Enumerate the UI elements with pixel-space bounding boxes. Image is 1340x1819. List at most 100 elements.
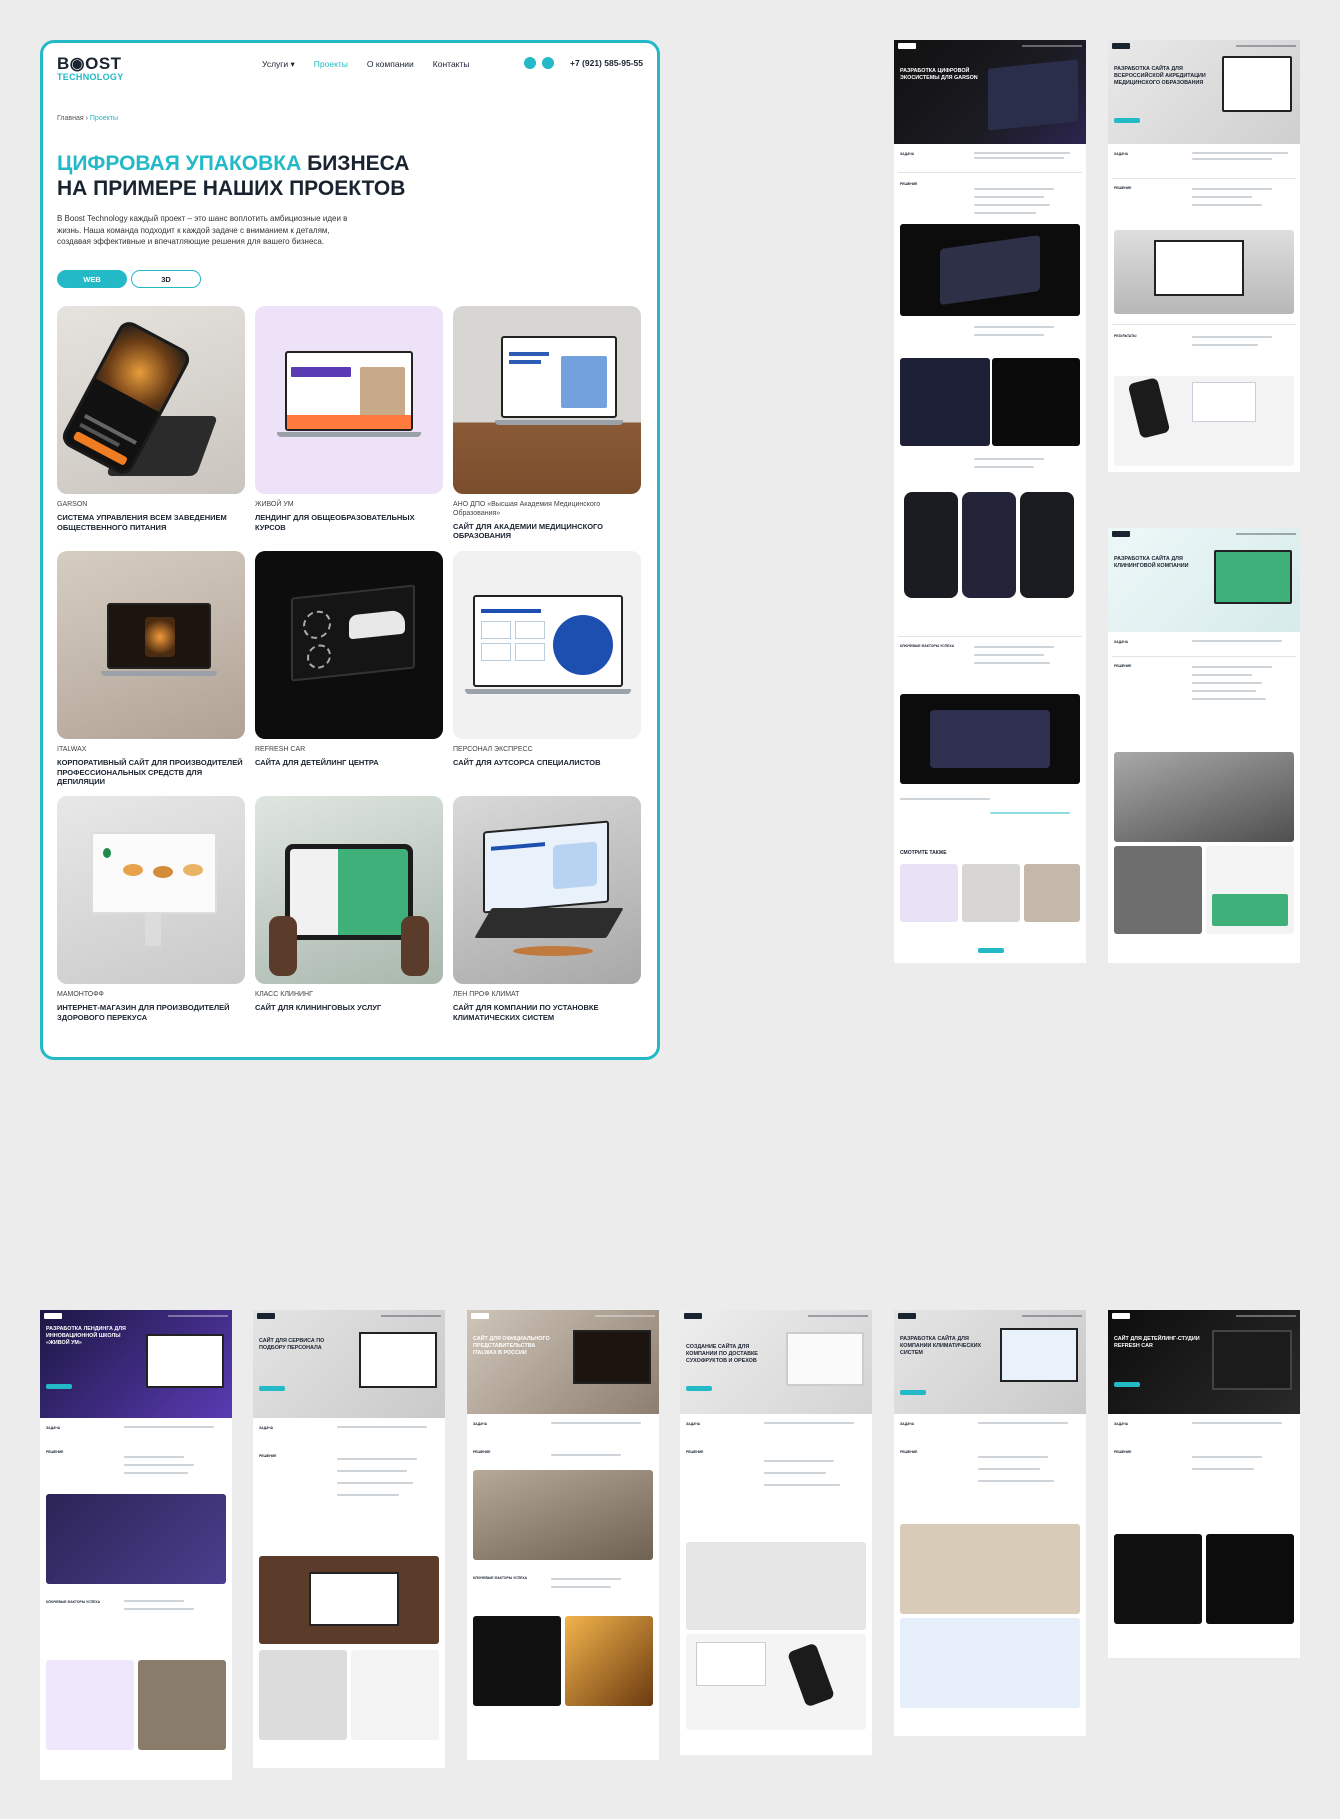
project-card[interactable]: ITALWAX КОРПОРАТИВНЫЙ САЙТ ДЛЯ ПРОИЗВОДИ… <box>57 551 245 796</box>
logo[interactable]: B◉OST TECHNOLOGY <box>57 55 124 82</box>
tab-web[interactable]: WEB <box>57 270 127 288</box>
project-category: ЛЕН ПРОФ КЛИМАТ <box>453 991 520 998</box>
project-name: САЙТА ДЛЯ ДЕТЕЙЛИНГ ЦЕНТРА <box>255 757 379 767</box>
section-task: ЗАДАЧА <box>1114 152 1129 156</box>
case-page-academy[interactable]: РАЗРАБОТКА САЙТА ДЛЯ ВСЕРОССИЙСКОЙ АКРЕД… <box>1108 40 1300 472</box>
project-name: ИНТЕРНЕТ-МАГАЗИН ДЛЯ ПРОИЗВОДИТЕЛЕЙ ЗДОР… <box>57 1002 230 1022</box>
project-thumbnail[interactable] <box>255 306 443 494</box>
section-solution: РЕШЕНИЕ <box>1114 664 1132 668</box>
projects-grid: GARSON СИСТЕМА УПРАВЛЕНИЯ ВСЕМ ЗАВЕДЕНИЕ… <box>57 306 645 1041</box>
case-title: РАЗРАБОТКА САЙТА ДЛЯ КОМПАНИИ КЛИМАТИЧЕС… <box>900 1336 982 1356</box>
section-task: ЗАДАЧА <box>900 1422 915 1426</box>
section-results: РЕЗУЛЬТАТЫ <box>1114 334 1137 338</box>
section-task: ЗАДАЧА <box>259 1426 274 1430</box>
header-contacts: +7 (921) 585-95-55 <box>523 57 643 69</box>
project-card[interactable]: REFRESH CAR САЙТА ДЛЯ ДЕТЕЙЛИНГ ЦЕНТРА <box>255 551 443 796</box>
category-tabs: WEB 3D <box>57 270 201 288</box>
section-solution: РЕШЕНИЕ <box>473 1450 491 1454</box>
page-description: В Boost Technology каждый проект – это ш… <box>57 214 348 247</box>
section-task: ЗАДАЧА <box>686 1422 701 1426</box>
case-page-italwax[interactable]: САЙТ ДЛЯ ОФИЦИАЛЬНОГО ПРЕДСТАВИТЕЛЬСТВА … <box>467 1310 659 1760</box>
case-page-climate[interactable]: РАЗРАБОТКА САЙТА ДЛЯ КОМПАНИИ КЛИМАТИЧЕС… <box>894 1310 1086 1736</box>
logo-wordmark: B◉OST <box>57 54 122 73</box>
project-card[interactable]: ЖИВОЙ УМ ЛЕНДИНГ ДЛЯ ОБЩЕОБРАЗОВАТЕЛЬНЫХ… <box>255 306 443 551</box>
site-header: B◉OST TECHNOLOGY Услуги ▾ Проекты О комп… <box>57 55 643 95</box>
case-title: РАЗРАБОТКА САЙТА ДЛЯ КЛИНИНГОВОЙ КОМПАНИ… <box>1114 556 1189 569</box>
section-task: ЗАДАЧА <box>1114 640 1129 644</box>
section-task: ЗАДАЧА <box>1114 1422 1129 1426</box>
logo-subtitle: TECHNOLOGY <box>57 72 124 82</box>
nav-projects[interactable]: Проекты <box>314 59 348 70</box>
project-name: САЙТ ДЛЯ АКАДЕМИИ МЕДИЦИНСКОГО ОБРАЗОВАН… <box>453 521 604 541</box>
project-category: МАМОНТОФФ <box>57 991 104 998</box>
case-page-cleaning[interactable]: РАЗРАБОТКА САЙТА ДЛЯ КЛИНИНГОВОЙ КОМПАНИ… <box>1108 528 1300 963</box>
section-solution: РЕШЕНИЕ <box>1114 186 1132 190</box>
section-solution: РЕШЕНИЕ <box>900 182 918 186</box>
projects-page: B◉OST TECHNOLOGY Услуги ▾ Проекты О комп… <box>40 40 660 1060</box>
project-thumbnail[interactable] <box>453 796 641 984</box>
case-title: РАЗРАБОТКА ЛЕНДИНГА ДЛЯ ИННОВАЦИОННОЙ ШК… <box>46 1326 126 1346</box>
section-solution: РЕШЕНИЕ <box>900 1450 918 1454</box>
section-solution: РЕШЕНИЕ <box>46 1450 64 1454</box>
case-title: СОЗДАНИЕ САЙТА ДЛЯ КОМПАНИИ ПО ДОСТАВКЕ … <box>686 1344 758 1364</box>
project-card[interactable]: МАМОНТОФФ ИНТЕРНЕТ-МАГАЗИН ДЛЯ ПРОИЗВОДИ… <box>57 796 245 1041</box>
project-category: ПЕРСОНАЛ ЭКСПРЕСС <box>453 746 533 753</box>
telegram-icon[interactable] <box>541 57 554 69</box>
project-thumbnail[interactable] <box>255 551 443 739</box>
project-thumbnail[interactable] <box>57 796 245 984</box>
title-part-2: НА ПРИМЕРЕ НАШИХ ПРОЕКТОВ <box>57 177 406 201</box>
case-page-mamontoff[interactable]: СОЗДАНИЕ САЙТА ДЛЯ КОМПАНИИ ПО ДОСТАВКЕ … <box>680 1310 872 1755</box>
case-page-garson[interactable]: РАЗРАБОТКА ЦИФРОВОЙ ЭКОСИСТЕМЫ ДЛЯ GARSO… <box>894 40 1086 963</box>
see-also-heading: СМОТРИТЕ ТАКЖЕ <box>900 850 947 856</box>
project-name: САЙТ ДЛЯ АУТСОРСА СПЕЦИАЛИСТОВ <box>453 757 601 767</box>
project-card[interactable]: GARSON СИСТЕМА УПРАВЛЕНИЯ ВСЕМ ЗАВЕДЕНИЕ… <box>57 306 245 551</box>
case-title: САЙТ ДЛЯ ОФИЦИАЛЬНОГО ПРЕДСТАВИТЕЛЬСТВА … <box>473 1336 550 1356</box>
case-title: САЙТ ДЛЯ СЕРВИСА ПО ПОДБОРУ ПЕРСОНАЛА <box>259 1338 325 1351</box>
case-title: РАЗРАБОТКА САЙТА ДЛЯ ВСЕРОССИЙСКОЙ АКРЕД… <box>1114 66 1206 86</box>
project-card[interactable]: ПЕРСОНАЛ ЭКСПРЕСС САЙТ ДЛЯ АУТСОРСА СПЕЦ… <box>453 551 641 796</box>
phone-link[interactable]: +7 (921) 585-95-55 <box>570 58 643 68</box>
case-title: РАЗРАБОТКА ЦИФРОВОЙ ЭКОСИСТЕМЫ ДЛЯ GARSO… <box>900 68 978 81</box>
project-category: ITALWAX <box>57 746 87 753</box>
project-name: КОРПОРАТИВНЫЙ САЙТ ДЛЯ ПРОИЗВОДИТЕЛЕЙ ПР… <box>57 757 243 787</box>
section-key-factors: КЛЮЧЕВЫЕ ФАКТОРЫ УСПЕХА <box>900 644 955 648</box>
project-category: ЖИВОЙ УМ <box>255 501 294 508</box>
title-accent: ЦИФРОВАЯ УПАКОВКА <box>57 152 302 175</box>
section-solution: РЕШЕНИЕ <box>686 1450 704 1454</box>
section-solution: РЕШЕНИЕ <box>1114 1450 1132 1454</box>
project-thumbnail[interactable] <box>255 796 443 984</box>
project-thumbnail[interactable] <box>453 551 641 739</box>
project-card[interactable]: АНО ДПО «Высшая Академия Медицинского Об… <box>453 306 641 551</box>
main-nav: Услуги ▾ Проекты О компании Контакты <box>262 59 470 70</box>
whatsapp-icon[interactable] <box>523 57 536 69</box>
section-key-factors: КЛЮЧЕВЫЕ ФАКТОРЫ УСПЕХА <box>473 1576 528 1580</box>
page-title: ЦИФРОВАЯ УПАКОВКА БИЗНЕСА НА ПРИМЕРЕ НАШ… <box>57 151 577 201</box>
nav-services[interactable]: Услуги ▾ <box>262 59 295 70</box>
project-thumbnail[interactable] <box>57 306 245 494</box>
section-task: ЗАДАЧА <box>473 1422 488 1426</box>
title-part-1: БИЗНЕСА <box>301 152 410 175</box>
section-task: ЗАДАЧА <box>46 1426 61 1430</box>
project-name: САЙТ ДЛЯ КЛИНИНГОВЫХ УСЛУГ <box>255 1002 382 1012</box>
breadcrumb-home[interactable]: Главная <box>57 115 84 122</box>
project-card[interactable]: КЛАСС КЛИНИНГ САЙТ ДЛЯ КЛИНИНГОВЫХ УСЛУГ <box>255 796 443 1041</box>
project-category: REFRESH CAR <box>255 746 306 753</box>
project-card[interactable]: ЛЕН ПРОФ КЛИМАТ САЙТ ДЛЯ КОМПАНИИ ПО УСТ… <box>453 796 641 1041</box>
breadcrumb: Главная › Проекты <box>57 115 118 122</box>
project-thumbnail[interactable] <box>453 306 641 494</box>
project-thumbnail[interactable] <box>57 551 245 739</box>
project-category: КЛАСС КЛИНИНГ <box>255 991 313 998</box>
section-key-factors: КЛЮЧЕВЫЕ ФАКТОРЫ УСПЕХА <box>46 1600 101 1604</box>
section-solution: РЕШЕНИЕ <box>259 1454 277 1458</box>
case-page-personal[interactable]: САЙТ ДЛЯ СЕРВИСА ПО ПОДБОРУ ПЕРСОНАЛА ЗА… <box>253 1310 445 1768</box>
case-page-refresh-car[interactable]: САЙТ ДЛЯ ДЕТЕЙЛИНГ-СТУДИИ REFRESH CAR ЗА… <box>1108 1310 1300 1658</box>
nav-about[interactable]: О компании <box>367 59 414 70</box>
tab-3d[interactable]: 3D <box>131 270 201 288</box>
project-category: GARSON <box>57 501 88 508</box>
case-title: САЙТ ДЛЯ ДЕТЕЙЛИНГ-СТУДИИ REFRESH CAR <box>1114 1336 1200 1349</box>
project-category: АНО ДПО «Высшая Академия Медицинского Об… <box>453 501 601 517</box>
project-name: СИСТЕМА УПРАВЛЕНИЯ ВСЕМ ЗАВЕДЕНИЕМ ОБЩЕС… <box>57 512 227 532</box>
case-page-zhivoy-um[interactable]: РАЗРАБОТКА ЛЕНДИНГА ДЛЯ ИННОВАЦИОННОЙ ШК… <box>40 1310 232 1780</box>
project-name: ЛЕНДИНГ ДЛЯ ОБЩЕОБРАЗОВАТЕЛЬНЫХ КУРСОВ <box>255 512 415 532</box>
nav-contacts[interactable]: Контакты <box>433 59 470 70</box>
